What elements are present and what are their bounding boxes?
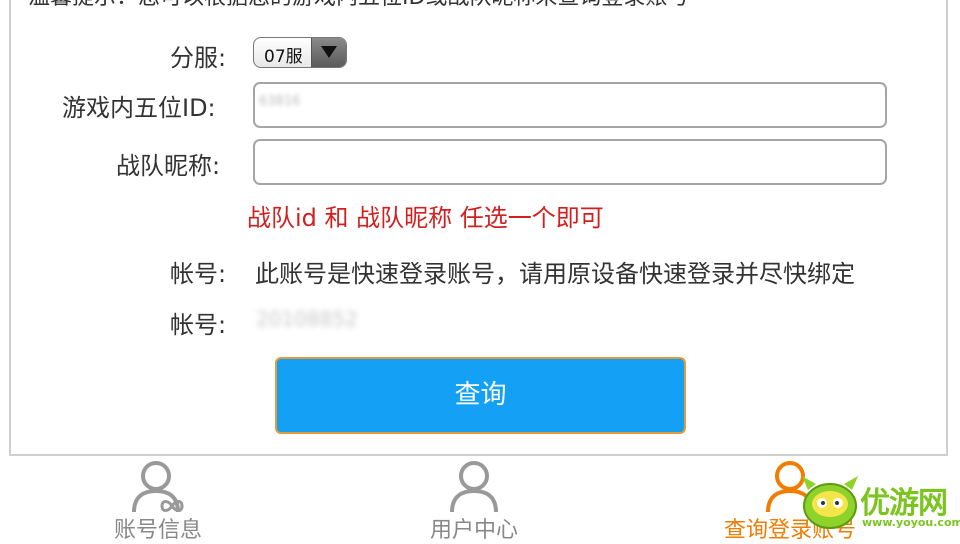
team-name-label: 战队昵称:: [116, 152, 221, 180]
team-name-input[interactable]: [253, 139, 887, 185]
tab-account-info[interactable]: 账号信息: [48, 456, 268, 543]
server-select[interactable]: 07服: [253, 37, 347, 68]
account-message: 此账号是快速登录账号，请用原设备快速登录并尽快绑定: [255, 260, 855, 288]
account-number: 20108852: [256, 307, 358, 331]
game-id-input[interactable]: 63816: [253, 82, 887, 128]
user-icon: [450, 461, 498, 513]
yoyou-watermark: 优游网 www.yoyou.com: [800, 470, 960, 536]
user-infinity-icon: [132, 461, 184, 513]
game-id-value: 63816: [259, 94, 301, 109]
watermark-site: www.yoyou.com: [862, 516, 960, 529]
chevron-down-icon: [311, 38, 346, 67]
query-button[interactable]: 查询: [275, 357, 686, 434]
tab-user-center[interactable]: 用户中心: [364, 456, 584, 543]
hint-text: 战队id 和 战队昵称 任选一个即可: [247, 204, 604, 232]
server-select-value: 07服: [264, 47, 303, 67]
server-label: 分服:: [170, 44, 227, 72]
mascot-logo-icon: [802, 476, 858, 529]
tip-text: 温馨提示：您可以根据您的游戏内五位ID或战队昵称来查询登录账号: [28, 0, 689, 11]
tab-label-user-center: 用户中心: [429, 518, 518, 543]
account-label-1: 帐号:: [170, 260, 227, 288]
game-id-label: 游戏内五位ID:: [62, 94, 216, 122]
account-label-2: 帐号:: [170, 311, 227, 339]
tab-label-account-info: 账号信息: [113, 518, 202, 543]
